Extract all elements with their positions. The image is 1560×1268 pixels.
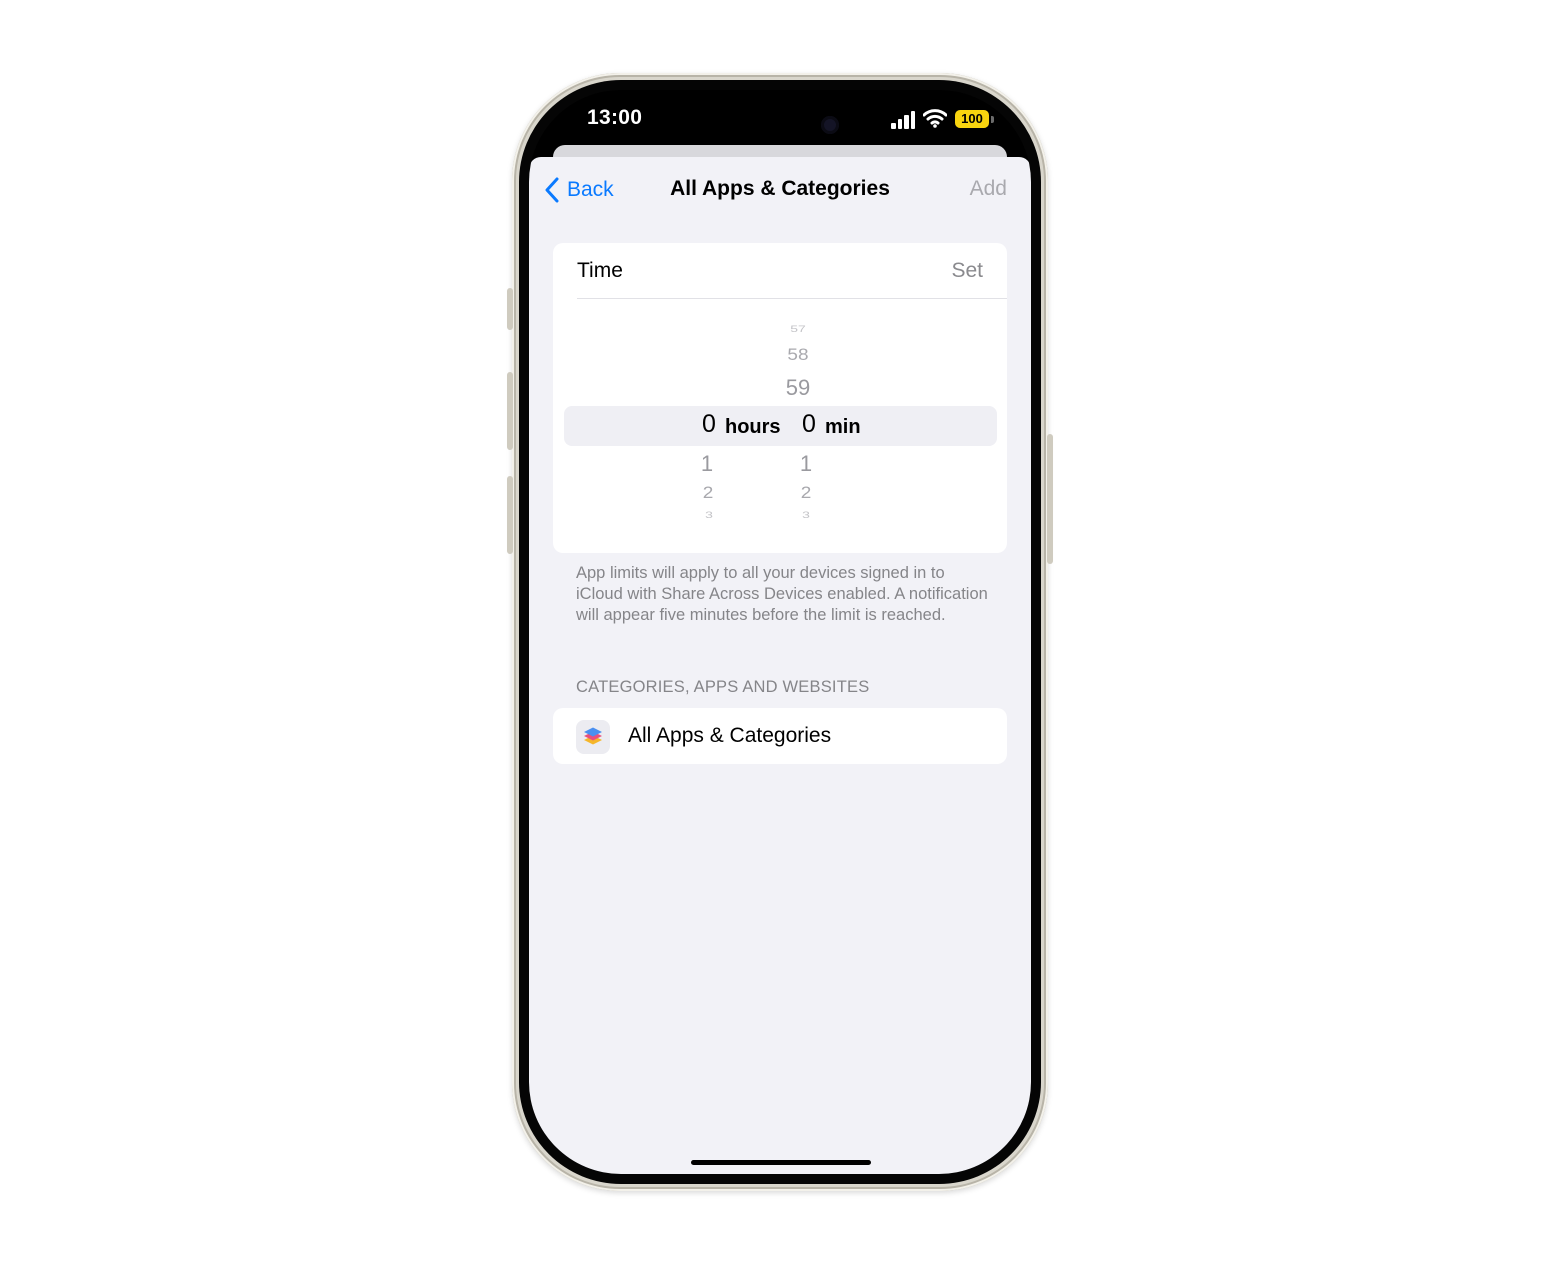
section-header: CATEGORIES, APPS AND WEBSITES bbox=[576, 678, 870, 696]
time-label: Time bbox=[577, 259, 623, 282]
stack-layers-icon bbox=[576, 720, 610, 754]
status-bar: 13:00 100 bbox=[529, 90, 1031, 152]
app-limit-sheet: Back All Apps & Categories Add Time Set … bbox=[529, 157, 1031, 1174]
all-apps-categories-label: All Apps & Categories bbox=[628, 724, 832, 747]
battery-icon: 100 bbox=[955, 110, 989, 128]
phone-screen: 13:00 100 Back All Apps & Categories Add… bbox=[529, 90, 1031, 1174]
front-camera-icon bbox=[821, 116, 839, 134]
battery-tip bbox=[991, 116, 994, 123]
app-limit-note: App limits will apply to all your device… bbox=[576, 564, 988, 624]
action-button bbox=[507, 288, 513, 330]
minute-option[interactable]: 3 bbox=[786, 510, 826, 520]
hours-selected[interactable]: 0 bbox=[694, 410, 724, 439]
minute-option[interactable]: 57 bbox=[778, 324, 818, 334]
minute-option[interactable]: 2 bbox=[786, 485, 826, 504]
status-time: 13:00 bbox=[587, 106, 643, 129]
page-title: All Apps & Categories bbox=[670, 177, 890, 200]
volume-down-button bbox=[507, 476, 513, 554]
time-card: Time Set 57 58 59 0 min 1 2 3 0 hours 1 … bbox=[553, 243, 1007, 553]
apps-card: All Apps & Categories bbox=[553, 708, 1007, 764]
dynamic-island bbox=[703, 98, 857, 152]
time-value: Set bbox=[951, 259, 983, 282]
minutes-selected[interactable]: 0 bbox=[794, 410, 824, 439]
minute-option[interactable]: 1 bbox=[786, 451, 826, 477]
power-button bbox=[1047, 434, 1053, 564]
time-row[interactable]: Time Set bbox=[553, 243, 1007, 299]
signal-icon bbox=[891, 111, 919, 129]
minutes-unit-label: min bbox=[825, 416, 861, 438]
volume-up-button bbox=[507, 372, 513, 450]
hours-unit-label: hours bbox=[725, 416, 781, 438]
minute-option[interactable]: 59 bbox=[778, 375, 818, 401]
wifi-icon bbox=[923, 109, 947, 128]
row-divider bbox=[577, 298, 1007, 299]
hour-option[interactable]: 3 bbox=[689, 510, 729, 520]
add-button[interactable]: Add bbox=[970, 177, 1007, 201]
hour-option[interactable]: 1 bbox=[687, 451, 727, 477]
home-indicator[interactable] bbox=[691, 1160, 871, 1165]
hour-option[interactable]: 2 bbox=[688, 485, 728, 504]
minute-option[interactable]: 58 bbox=[778, 347, 818, 366]
all-apps-categories-row[interactable]: All Apps & Categories bbox=[553, 708, 1007, 764]
